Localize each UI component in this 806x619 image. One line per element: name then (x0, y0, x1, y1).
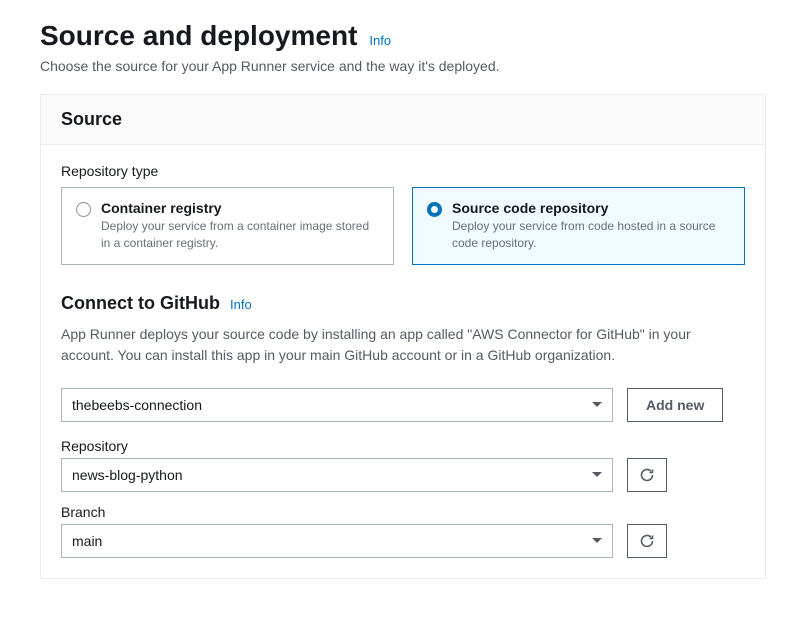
chevron-down-icon (592, 472, 602, 477)
refresh-repository-button[interactable] (627, 458, 667, 492)
repository-type-label: Repository type (61, 163, 745, 179)
refresh-icon (639, 467, 655, 483)
repository-select[interactable]: news-blog-python (61, 458, 613, 492)
radio-container-registry[interactable]: Container registry Deploy your service f… (61, 187, 394, 265)
info-link[interactable]: Info (230, 297, 252, 312)
radio-desc: Deploy your service from a container ima… (101, 218, 379, 252)
radio-icon (76, 202, 91, 217)
chevron-down-icon (592, 538, 602, 543)
radio-title: Source code repository (452, 200, 730, 216)
refresh-icon (639, 533, 655, 549)
source-panel: Source Repository type Container registr… (40, 94, 766, 579)
radio-title: Container registry (101, 200, 379, 216)
add-new-button[interactable]: Add new (627, 388, 723, 422)
branch-select[interactable]: main (61, 524, 613, 558)
panel-header: Source (41, 95, 765, 145)
github-help-text: App Runner deploys your source code by i… (61, 324, 745, 366)
chevron-down-icon (592, 402, 602, 407)
page-subtitle: Choose the source for your App Runner se… (40, 58, 766, 74)
connection-select[interactable]: thebeebs-connection (61, 388, 613, 422)
branch-value: main (72, 533, 102, 549)
radio-desc: Deploy your service from code hosted in … (452, 218, 730, 252)
branch-label: Branch (61, 504, 745, 520)
radio-icon (427, 202, 442, 217)
repository-label: Repository (61, 438, 745, 454)
info-link[interactable]: Info (369, 33, 391, 48)
radio-source-code-repository[interactable]: Source code repository Deploy your servi… (412, 187, 745, 265)
connect-github-heading: Connect to GitHub (61, 293, 220, 314)
repository-value: news-blog-python (72, 467, 183, 483)
page-title: Source and deployment (40, 20, 357, 52)
refresh-branch-button[interactable] (627, 524, 667, 558)
connection-value: thebeebs-connection (72, 397, 202, 413)
